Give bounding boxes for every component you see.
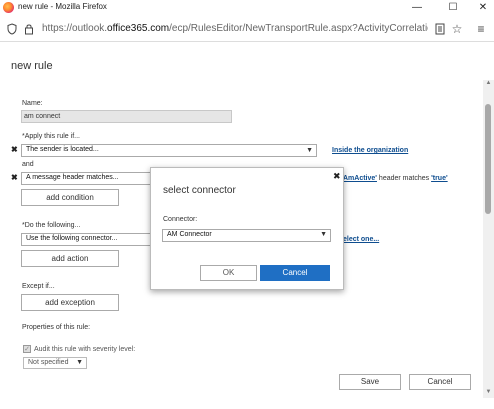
select-connector-dialog: ✖ select connector Connector: AM Connect…	[150, 167, 344, 290]
severity-select-value: Not specified	[28, 359, 69, 366]
window-title: new rule - Mozilla Firefox	[18, 2, 107, 11]
menu-icon[interactable]: ≡	[475, 23, 487, 35]
save-button[interactable]: Save	[339, 374, 401, 390]
except-if-label: Except if...	[22, 283, 55, 290]
do-following-label: *Do the following...	[22, 222, 81, 229]
audit-label: Audit this rule with severity level:	[34, 346, 136, 353]
window-titlebar: new rule - Mozilla Firefox — ☐ ✕	[0, 0, 494, 16]
condition-select-1-value: The sender is located...	[26, 146, 99, 153]
minimize-icon[interactable]: —	[410, 1, 424, 14]
reader-view-icon[interactable]	[434, 23, 446, 35]
header-match-detail: AmActive' header matches 'true'	[343, 175, 448, 182]
maximize-icon[interactable]: ☐	[446, 1, 460, 14]
remove-condition-icon[interactable]: ✖	[11, 173, 18, 182]
header-name-link[interactable]: AmActive'	[343, 175, 377, 182]
properties-label: Properties of this rule:	[22, 324, 91, 331]
connector-select[interactable]: AM Connector ▼	[162, 229, 331, 242]
page-title: new rule	[11, 60, 53, 72]
ok-button[interactable]: OK	[200, 265, 257, 281]
scrollbar-thumb[interactable]	[485, 104, 491, 214]
cancel-button[interactable]: Cancel	[409, 374, 471, 390]
scroll-down-icon[interactable]: ▼	[483, 389, 494, 399]
severity-select[interactable]: Not specified ▼	[23, 357, 87, 369]
lock-icon[interactable]	[23, 23, 35, 35]
firefox-logo-icon	[3, 2, 14, 13]
chevron-down-icon: ▼	[76, 359, 83, 366]
apply-label: *Apply this rule if...	[22, 133, 80, 140]
inside-organization-link[interactable]: Inside the organization	[332, 147, 408, 154]
and-label: and	[22, 161, 34, 168]
window-close-icon[interactable]: ✕	[476, 1, 490, 14]
condition-select-1[interactable]: The sender is located... ▼	[21, 144, 317, 157]
dialog-cancel-button[interactable]: Cancel	[260, 265, 330, 281]
add-action-button[interactable]: add action	[21, 250, 119, 267]
select-one-link[interactable]: elect one...	[343, 236, 379, 243]
add-condition-button[interactable]: add condition	[21, 189, 119, 206]
add-exception-button[interactable]: add exception	[21, 294, 119, 311]
name-label: Name:	[22, 100, 43, 107]
dialog-title: select connector	[163, 185, 236, 196]
connector-label: Connector:	[163, 216, 198, 223]
header-match-text: header matches	[378, 175, 430, 182]
bookmark-star-icon[interactable]: ☆	[451, 23, 463, 35]
remove-condition-icon[interactable]: ✖	[11, 145, 18, 154]
action-select-value: Use the following connector...	[26, 235, 118, 242]
url-bar: https://outlook.office365.com/ecp/RulesE…	[0, 16, 494, 42]
url-text[interactable]: https://outlook.office365.com/ecp/RulesE…	[42, 23, 428, 34]
chevron-down-icon: ▼	[320, 231, 327, 238]
condition-select-2-value: A message header matches...	[26, 174, 119, 181]
shield-icon[interactable]	[6, 23, 18, 35]
header-value-link[interactable]: 'true'	[431, 175, 448, 182]
chevron-down-icon: ▼	[306, 147, 313, 154]
action-select[interactable]: Use the following connector...	[21, 233, 161, 246]
name-field[interactable]: am connect	[21, 110, 232, 123]
condition-select-2[interactable]: A message header matches...	[21, 172, 161, 185]
close-icon[interactable]: ✖	[333, 171, 341, 182]
audit-checkbox[interactable]: ✓	[23, 345, 31, 353]
scroll-up-icon[interactable]: ▲	[483, 80, 494, 90]
connector-select-value: AM Connector	[167, 231, 212, 238]
